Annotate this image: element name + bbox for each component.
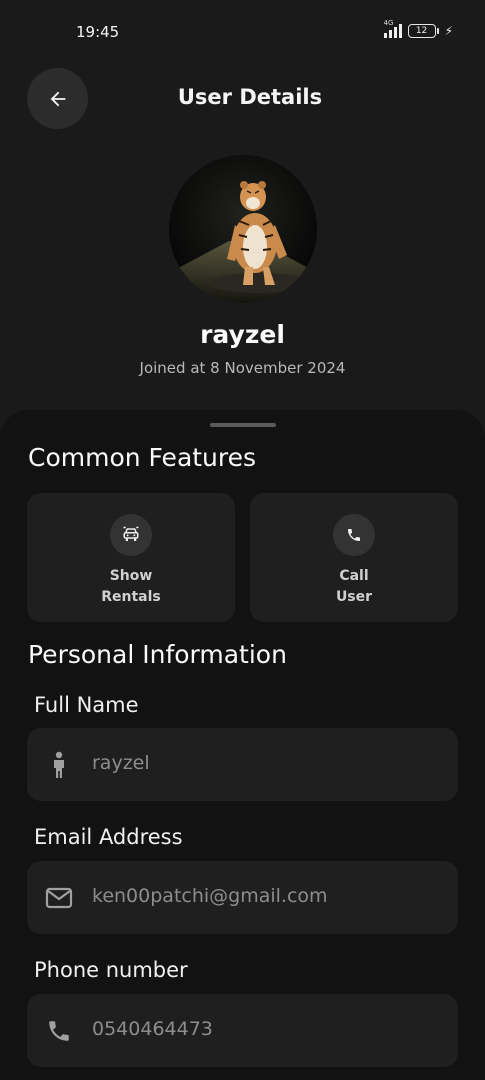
common-features-title: Common Features: [28, 443, 257, 472]
car-icon: [110, 514, 152, 556]
page-title: User Details: [177, 85, 323, 109]
joined-date: Joined at 8 November 2024: [139, 359, 346, 377]
mail-icon: [45, 884, 73, 912]
signal-icon: 4G: [383, 19, 402, 38]
show-rentals-button[interactable]: Show Rentals: [27, 493, 235, 622]
status-bar: 19:45 4G 12 ⚡: [0, 0, 485, 64]
person-icon: [45, 751, 73, 779]
show-rentals-label: Show Rentals: [101, 568, 161, 605]
tiger-avatar: [169, 155, 317, 303]
phone-value: 0540464473: [92, 1018, 213, 1040]
call-user-label: Call User: [335, 568, 373, 605]
phone-label: Phone number: [34, 958, 188, 982]
profile-avatar: [169, 155, 317, 303]
phone-icon: [45, 1017, 73, 1045]
username: rayzel: [200, 320, 285, 349]
call-user-button[interactable]: Call User: [250, 493, 458, 622]
battery-level: 12: [415, 26, 428, 36]
full-name-field[interactable]: rayzel: [27, 728, 458, 801]
full-name-label: Full Name: [34, 693, 139, 717]
phone-field[interactable]: 0540464473: [27, 994, 458, 1067]
email-value: ken00patchi@gmail.com: [92, 885, 328, 907]
details-sheet: Common Features Show Rentals Call User P…: [0, 410, 485, 1080]
email-field[interactable]: ken00patchi@gmail.com: [27, 861, 458, 934]
full-name-value: rayzel: [92, 752, 150, 774]
battery-icon: 12: [407, 24, 439, 38]
network-type: 4G: [383, 19, 394, 27]
email-label: Email Address: [34, 825, 183, 849]
phone-icon: [333, 514, 375, 556]
personal-info-title: Personal Information: [28, 640, 287, 669]
charging-icon: ⚡: [444, 24, 453, 38]
status-icons: 4G 12 ⚡: [383, 19, 453, 38]
status-time: 19:45: [76, 23, 120, 41]
sheet-handle[interactable]: [210, 423, 276, 427]
